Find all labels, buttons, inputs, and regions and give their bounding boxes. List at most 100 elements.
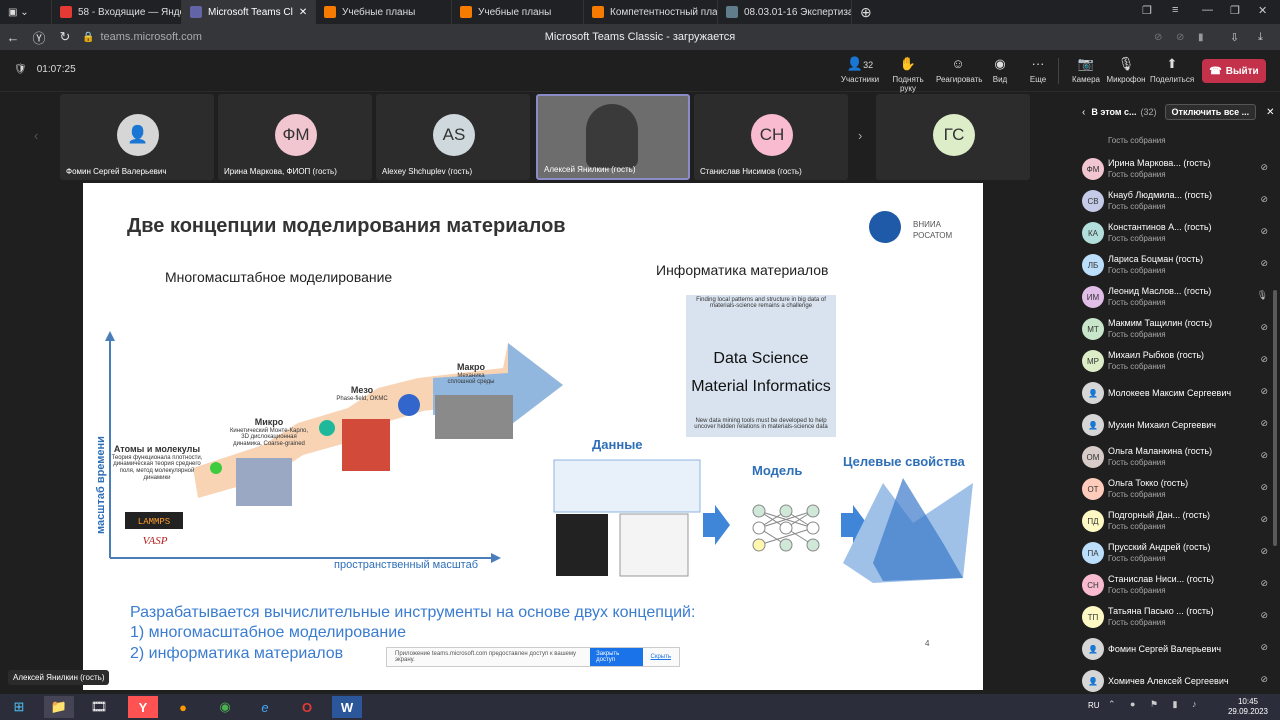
mic-off-icon[interactable]: ⊘ bbox=[1260, 354, 1268, 365]
mic-off-icon[interactable]: ⊘ bbox=[1260, 226, 1268, 237]
tab-teams[interactable]: Microsoft Teams Cl ✕ bbox=[182, 0, 316, 24]
downloads-icon[interactable]: ⇩ bbox=[1230, 31, 1239, 44]
mic-off-icon[interactable]: ⊘ bbox=[1260, 258, 1268, 269]
reload-icon[interactable]: ↻ bbox=[52, 29, 78, 45]
participant-row[interactable]: 👤 Фомин Сергей Валерьевич ⊘ bbox=[1080, 632, 1272, 664]
back-icon[interactable]: ← bbox=[0, 30, 26, 45]
scrollbar[interactable] bbox=[1273, 290, 1277, 546]
collections-icon[interactable]: ❐ bbox=[1142, 4, 1152, 17]
mic-off-icon[interactable]: ⊘ bbox=[1260, 610, 1268, 621]
active-speaker-tile[interactable]: Алексей Янилкин (гость) bbox=[536, 94, 690, 180]
participant-row[interactable]: ТП Татьяна Пасько ... (гость) Гость собран… bbox=[1080, 600, 1272, 632]
participant-row[interactable]: ПД Подгорный Дан... (гость) Гость собрания… bbox=[1080, 504, 1272, 536]
mic-off-icon[interactable]: ⊘ bbox=[1260, 514, 1268, 525]
new-tab-button[interactable]: ⊕ bbox=[852, 0, 882, 24]
camera-indicator-icon[interactable]: ⊘ bbox=[1154, 32, 1162, 43]
lock-icon: 🔒 bbox=[82, 31, 95, 43]
participant-row[interactable]: КА Константинов А... (гость) Гость собрани… bbox=[1080, 216, 1272, 248]
media-icon[interactable]: 🎞 bbox=[84, 696, 114, 718]
mic-off-icon[interactable]: ⊘ bbox=[1260, 482, 1268, 493]
participant-row[interactable]: 👤 Мухин Михаил Сергеевич ⊘ bbox=[1080, 408, 1272, 440]
participant-row[interactable]: 👤 Хомичев Алексей Сергеевич ⊘ bbox=[1080, 664, 1272, 696]
tab-expertise[interactable]: 08.03.01-16 Экспертиза и bbox=[718, 0, 852, 24]
mic-off-icon[interactable]: ⊘ bbox=[1260, 322, 1268, 333]
clock[interactable]: 10:45 29.09.2023 bbox=[1228, 697, 1268, 718]
chrome-icon[interactable]: ◉ bbox=[210, 696, 240, 718]
start-button[interactable]: ⊞ bbox=[4, 696, 34, 718]
participant-row[interactable]: 👤 Молокеев Максим Сергеевич ⊘ bbox=[1080, 376, 1272, 408]
participant-role: Гость собрания bbox=[1108, 458, 1166, 467]
page-number: 4 bbox=[925, 639, 930, 648]
window-menu-button[interactable]: ▣ ⌄ bbox=[0, 0, 52, 24]
stop-sharing-button[interactable]: Закрыть доступ bbox=[590, 648, 643, 666]
participants-button[interactable]: 👤32 Участники bbox=[838, 56, 882, 84]
avatar: ТП bbox=[1082, 606, 1104, 628]
participant-row[interactable]: ИМ Леонид Маслов... (гость) Гость собрания… bbox=[1080, 280, 1272, 312]
close-panel-icon[interactable]: ✕ bbox=[1266, 107, 1274, 118]
minimize-icon[interactable]: — bbox=[1202, 4, 1213, 16]
avatar-icon: 👤 bbox=[117, 114, 159, 156]
mic-off-icon[interactable]: ⊘ bbox=[1260, 162, 1268, 173]
participant-row[interactable]: ПА Прусский Андрей (гость) Гость собрания ⊘ bbox=[1080, 536, 1272, 568]
yandex-browser-icon[interactable]: Y bbox=[128, 696, 158, 718]
yandex-icon[interactable]: Ⓨ bbox=[26, 28, 52, 47]
mic-off-icon[interactable]: ⊘ bbox=[1260, 546, 1268, 557]
download-icon[interactable]: ⤓ bbox=[1258, 31, 1263, 44]
participant-row[interactable]: ФМ Ирина Маркова... (гость) Гость собрания… bbox=[1080, 152, 1272, 184]
strip-prev-icon[interactable]: ‹ bbox=[34, 128, 38, 143]
mic-off-icon[interactable]: ⊘ bbox=[1260, 450, 1268, 461]
language-indicator[interactable]: RU bbox=[1088, 701, 1100, 710]
ie-icon[interactable]: e bbox=[250, 696, 280, 718]
camera-button[interactable]: 📷 Камера bbox=[1064, 56, 1108, 84]
mic-off-icon[interactable]: ⊘ bbox=[1260, 578, 1268, 589]
video-tile[interactable]: AS Alexey Shchuplev (гость) bbox=[376, 94, 530, 180]
opera-icon[interactable]: O bbox=[292, 696, 322, 718]
close-tab-icon[interactable]: ✕ bbox=[299, 7, 307, 18]
strip-next-icon[interactable]: › bbox=[858, 128, 862, 143]
mic-off-icon[interactable]: ⊘ bbox=[1260, 674, 1268, 685]
participant-row[interactable]: ЛБ Лариса Боцман (гость) Гость собрания ⊘ bbox=[1080, 248, 1272, 280]
more-button[interactable]: ··· Еще bbox=[1016, 56, 1060, 84]
mic-off-icon[interactable]: ⊘ bbox=[1260, 642, 1268, 653]
tab-yandex-mail[interactable]: 58 - Входящие — Яндекс bbox=[52, 0, 182, 24]
firefox-icon[interactable]: ● bbox=[168, 696, 198, 718]
close-window-icon[interactable]: ✕ bbox=[1258, 4, 1267, 17]
participant-row[interactable]: СН Станислав Ниси... (гость) Гость собрани… bbox=[1080, 568, 1272, 600]
participant-row[interactable]: МР Михаил Рыбков (гость) Гость собрания ⊘ bbox=[1080, 344, 1272, 376]
participant-row[interactable]: ОТ Ольга Токко (гость) Гость собрания ⊘ bbox=[1080, 472, 1272, 504]
bookmark-icon[interactable]: ▮ bbox=[1198, 32, 1204, 43]
hide-link[interactable]: Скрыть bbox=[651, 654, 671, 660]
mic-off-icon[interactable]: ⊘ bbox=[1260, 386, 1268, 397]
tab-study-plans-2[interactable]: Учебные планы bbox=[452, 0, 584, 24]
explorer-icon[interactable]: 📁 bbox=[44, 696, 74, 718]
mic-off-icon[interactable]: ⊘ bbox=[1260, 418, 1268, 429]
raise-hand-button[interactable]: ✋ Поднять руку bbox=[886, 56, 930, 93]
react-button[interactable]: ☺ Реагировать bbox=[936, 56, 982, 84]
tray-icons[interactable]: ⌃ ● ⚑ ▮ ♪ bbox=[1108, 699, 1203, 710]
tab-study-plans-1[interactable]: Учебные планы bbox=[316, 0, 452, 24]
video-tile[interactable]: 👤 Фомин Сергей Валерьевич bbox=[60, 94, 214, 180]
mute-all-button[interactable]: Отключить все ... bbox=[1164, 104, 1257, 120]
avatar: ПА bbox=[1082, 542, 1104, 564]
leave-button[interactable]: ☎ Выйти bbox=[1202, 59, 1266, 83]
participant-name: Хомичев Алексей Сергеевич bbox=[1108, 676, 1229, 686]
mic-off-icon[interactable]: ⊘ bbox=[1260, 194, 1268, 205]
tab-competence-plan[interactable]: Компетентностный план bbox=[584, 0, 718, 24]
url-field[interactable]: teams.microsoft.com bbox=[100, 31, 201, 43]
video-tile[interactable]: ФМ Ирина Маркова, ФИОП (гость) bbox=[218, 94, 372, 180]
menu-icon[interactable]: ≡ bbox=[1172, 4, 1178, 16]
share-button[interactable]: ⬆ Поделиться bbox=[1150, 56, 1194, 84]
data-arrow bbox=[703, 505, 730, 545]
video-tile[interactable]: ГС bbox=[876, 94, 1030, 180]
participant-row[interactable]: ОМ Ольга Маланкина (гость) Гость собрания ⊘ bbox=[1080, 440, 1272, 472]
collapse-icon[interactable]: ‹ bbox=[1082, 107, 1085, 118]
restore-icon[interactable]: ❐ bbox=[1230, 4, 1240, 17]
x-axis-arrow bbox=[491, 553, 501, 563]
mic-on-icon[interactable]: 🎙 bbox=[1257, 290, 1268, 301]
participant-row[interactable]: СВ Кнауб Людмила... (гость) Гость собрания… bbox=[1080, 184, 1272, 216]
mic-button[interactable]: 🎙 Микрофон bbox=[1104, 56, 1148, 84]
participant-row[interactable]: МТ Макмим Тащилин (гость) Гость собрания ⊘ bbox=[1080, 312, 1272, 344]
mic-indicator-icon[interactable]: ⊘ bbox=[1176, 32, 1184, 43]
video-tile[interactable]: CH Станислав Нисимов (гость) bbox=[694, 94, 848, 180]
word-icon[interactable]: W bbox=[332, 696, 362, 718]
